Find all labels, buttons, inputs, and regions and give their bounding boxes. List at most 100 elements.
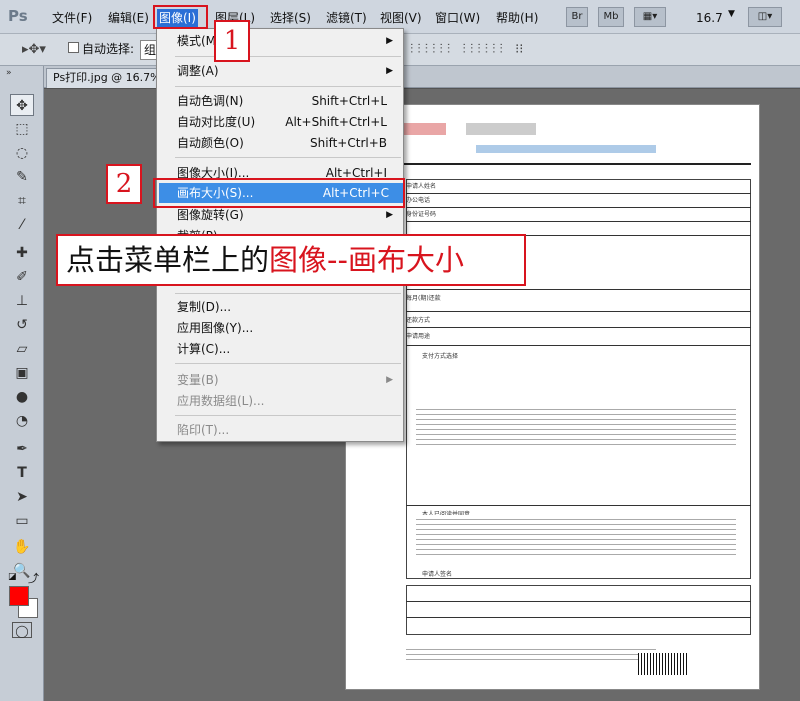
blurred-header — [466, 123, 536, 135]
layout-icon: ◫▾ — [757, 11, 773, 22]
menu-item-label: 图像旋转(G) — [177, 208, 244, 222]
menu-file[interactable]: 文件(F) — [50, 9, 94, 27]
menu-separator — [175, 157, 401, 158]
zoom-level[interactable]: 16.7 — [694, 9, 725, 27]
foreground-color-swatch[interactable] — [9, 586, 29, 606]
step-1-badge: 1 — [214, 20, 250, 62]
marquee-tool-icon[interactable]: ⬚ — [10, 118, 34, 140]
mini-bridge-button[interactable]: Mb — [598, 7, 624, 27]
blur-tool-icon[interactable]: ● — [10, 386, 34, 408]
eyedropper-tool-icon[interactable]: ⁄ — [10, 214, 34, 236]
menu-item-image-rotation[interactable]: 图像旋转(G) ▶ — [177, 205, 401, 225]
form-text-block — [416, 405, 736, 445]
auto-select-checkbox[interactable] — [68, 42, 79, 53]
footer-notes — [406, 645, 656, 661]
align-icons[interactable]: ⫶ ⫶ ⫶ ⫶ ⫶ ⫶ ⫶ ⫶ ⫶ ⫶ ⫶ ⫶ ⁝⁝ — [410, 42, 523, 57]
menu-item-label: 调整(A) — [177, 64, 219, 78]
menu-help[interactable]: 帮助(H) — [494, 9, 540, 27]
form-row-line — [406, 193, 751, 194]
move-tool-icon[interactable]: ✥ — [10, 94, 34, 116]
quick-select-tool-icon[interactable]: ✎ — [10, 166, 34, 188]
hand-tool-icon[interactable]: ✋ — [10, 536, 34, 558]
submenu-arrow-icon: ▶ — [386, 66, 393, 76]
step-2-badge: 2 — [106, 164, 142, 204]
bank-use-table — [406, 585, 751, 635]
form-rule — [396, 163, 751, 165]
menu-item-auto-color[interactable]: 自动颜色(O) Shift+Ctrl+B — [177, 133, 401, 153]
arrange-documents-button[interactable]: ◫▾ — [748, 7, 782, 27]
menu-item-auto-tone[interactable]: 自动色调(N) Shift+Ctrl+L — [177, 91, 401, 111]
barcode — [638, 653, 688, 675]
quick-mask-icon[interactable]: ◯ — [12, 622, 32, 638]
menu-edit[interactable]: 编辑(E) — [106, 9, 151, 27]
path-selection-tool-icon[interactable]: ➤ — [10, 486, 34, 508]
lasso-tool-icon[interactable]: ◌ — [10, 142, 34, 164]
type-tool-icon[interactable]: T — [10, 462, 34, 484]
form-row-line — [406, 289, 751, 290]
menu-item-auto-contrast[interactable]: 自动对比度(U) Alt+Shift+Ctrl+L — [177, 112, 401, 132]
view-extras-button[interactable]: ▦▾ — [634, 7, 666, 27]
menu-item-label: 计算(C)... — [177, 342, 231, 356]
collapse-toolbox-icon[interactable]: » — [6, 68, 12, 78]
menu-item-shortcut: Shift+Ctrl+B — [310, 136, 387, 150]
menu-select[interactable]: 选择(S) — [268, 9, 313, 27]
submenu-arrow-icon: ▶ — [386, 210, 393, 220]
form-row-line — [406, 601, 751, 602]
menu-window[interactable]: 窗口(W) — [433, 9, 482, 27]
form-row-line — [406, 505, 751, 506]
menu-separator — [175, 56, 401, 57]
photoshop-logo: Ps — [8, 7, 28, 25]
toolbox: » ✥ ⬚ ◌ ✎ ⌗ ⁄ ✚ ✐ ⊥ ↺ ▱ ▣ ● ◔ ✒ T ➤ ▭ ✋ … — [0, 66, 44, 701]
grid-icon: ▦▾ — [642, 11, 658, 22]
menu-item-trap: 陷印(T)... — [177, 420, 401, 440]
menu-view[interactable]: 视图(V) — [378, 9, 424, 27]
document-page: 申请人姓名 办公电话 身份证号码 每月(期)还款 还款方式 申请用途 支付方式选… — [345, 104, 760, 690]
instruction-callout: 点击菜单栏上的图像--画布大小 — [56, 234, 526, 286]
pen-tool-icon[interactable]: ✒ — [10, 438, 34, 460]
menu-item-label: 自动对比度(U) — [177, 115, 256, 129]
form-row-line — [406, 207, 751, 208]
form-row-line — [406, 221, 751, 222]
form-row-line — [406, 617, 751, 618]
healing-brush-tool-icon[interactable]: ✚ — [10, 242, 34, 264]
menu-item-apply-image[interactable]: 应用图像(Y)... — [177, 318, 401, 338]
menu-item-label: 应用数据组(L)... — [177, 394, 265, 408]
swap-colors-icon[interactable]: ⤴ — [28, 570, 39, 586]
menu-item-mode[interactable]: 模式(M) ▶ — [177, 31, 401, 51]
callout-text: 点击菜单栏上的 — [66, 243, 270, 277]
clone-stamp-tool-icon[interactable]: ⊥ — [10, 290, 34, 312]
default-colors-icon[interactable]: ◪ — [8, 572, 17, 582]
gradient-tool-icon[interactable]: ▣ — [10, 362, 34, 384]
move-tool-preset-icon[interactable]: ▸✥▾ — [22, 42, 46, 57]
brush-tool-icon[interactable]: ✐ — [10, 266, 34, 288]
form-row-line — [406, 311, 751, 312]
crop-tool-icon[interactable]: ⌗ — [10, 190, 34, 212]
menu-item-label: 应用图像(Y)... — [177, 321, 254, 335]
menu-item-label: 陷印(T)... — [177, 423, 230, 437]
shape-tool-icon[interactable]: ▭ — [10, 510, 34, 532]
form-row-line — [406, 345, 751, 346]
menu-item-apply-data-set: 应用数据组(L)... — [177, 391, 401, 411]
eraser-tool-icon[interactable]: ▱ — [10, 338, 34, 360]
menu-item-shortcut: Shift+Ctrl+L — [311, 94, 387, 108]
form-row-line — [406, 327, 751, 328]
canvas-size-highlight-box — [153, 178, 405, 208]
form-text-block — [416, 515, 736, 559]
menu-item-label: 变量(B) — [177, 373, 219, 387]
document-tab[interactable]: Ps打印.jpg @ 16.7% — [46, 68, 166, 88]
auto-select-label: 自动选择: — [82, 42, 135, 56]
menu-item-calculations[interactable]: 计算(C)... — [177, 339, 401, 359]
bridge-button[interactable]: Br — [566, 7, 588, 27]
dodge-tool-icon[interactable]: ◔ — [10, 410, 34, 432]
menu-separator — [175, 415, 401, 416]
history-brush-tool-icon[interactable]: ↺ — [10, 314, 34, 336]
menu-separator — [175, 363, 401, 364]
menu-item-shortcut: Alt+Shift+Ctrl+L — [285, 115, 387, 129]
submenu-arrow-icon: ▶ — [386, 375, 393, 385]
menu-item-label: 自动色调(N) — [177, 94, 244, 108]
menu-item-label: 复制(D)... — [177, 300, 232, 314]
menu-item-duplicate[interactable]: 复制(D)... — [177, 297, 401, 317]
zoom-dropdown-icon[interactable]: ▼ — [728, 9, 735, 19]
menu-filter[interactable]: 滤镜(T) — [324, 9, 369, 27]
menu-item-adjustments[interactable]: 调整(A) ▶ — [177, 61, 401, 81]
